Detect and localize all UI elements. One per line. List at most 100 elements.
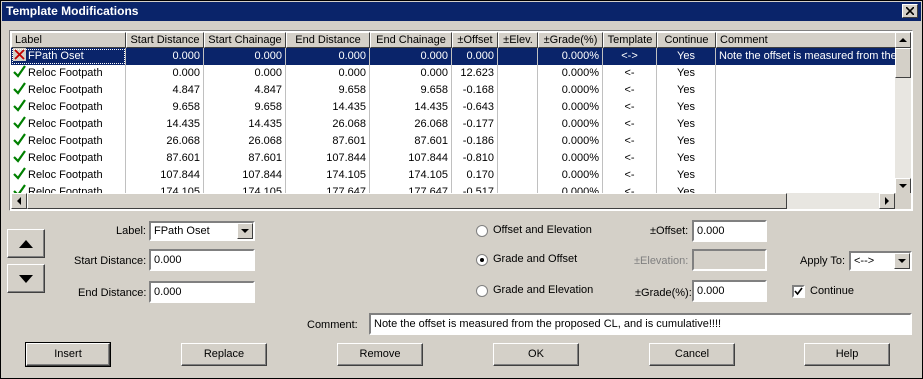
cell-offset[interactable]: -0.177 xyxy=(452,116,498,133)
cell-start-chainage[interactable]: 0.000 xyxy=(204,48,286,65)
start-distance-field[interactable]: 0.000 xyxy=(149,249,255,271)
cell-continue[interactable]: Yes xyxy=(657,116,716,133)
cell-end-chainage[interactable]: 9.658 xyxy=(370,82,452,99)
column-header[interactable]: Start Distance xyxy=(126,32,204,48)
row-label-cell[interactable]: Reloc Footpath xyxy=(11,116,126,133)
apply-to-dropdown[interactable]: <--> xyxy=(849,251,912,271)
column-header[interactable]: Start Chainage xyxy=(204,32,286,48)
cell-comment[interactable] xyxy=(716,150,896,167)
cell-template[interactable]: <- xyxy=(603,150,657,167)
cell-continue[interactable]: Yes xyxy=(657,167,716,184)
column-header[interactable]: End Distance xyxy=(286,32,370,48)
row-label-cell[interactable]: Reloc Footpath xyxy=(11,99,126,116)
cell-comment[interactable] xyxy=(716,133,896,150)
row-label-cell[interactable]: Reloc Footpath xyxy=(11,167,126,184)
column-header[interactable]: ±Grade(%) xyxy=(538,32,603,48)
radio-grade-elevation[interactable] xyxy=(476,285,488,297)
cancel-button[interactable]: Cancel xyxy=(649,343,735,366)
cell-end-distance[interactable]: 14.435 xyxy=(286,99,370,116)
row-label-cell[interactable]: Reloc Footpath xyxy=(11,82,126,99)
continue-checkbox[interactable] xyxy=(792,285,805,298)
cell-start-distance[interactable]: 107.844 xyxy=(126,167,204,184)
cell-end-chainage[interactable]: 107.844 xyxy=(370,150,452,167)
cell-grade[interactable]: 0.000% xyxy=(538,133,603,150)
column-header[interactable]: Label xyxy=(11,32,126,48)
column-header[interactable]: ±Elev. xyxy=(498,32,538,48)
remove-button[interactable]: Remove xyxy=(337,343,423,366)
cell-start-distance[interactable]: 26.068 xyxy=(126,133,204,150)
scroll-up-button[interactable] xyxy=(895,32,911,48)
move-up-button[interactable] xyxy=(7,229,45,258)
cell-grade[interactable]: 0.000% xyxy=(538,65,603,82)
end-distance-field[interactable]: 0.000 xyxy=(149,281,255,303)
cell-elev[interactable] xyxy=(498,82,538,99)
cell-elev[interactable] xyxy=(498,116,538,133)
radio-offset-elevation-label[interactable]: Offset and Elevation xyxy=(493,224,592,236)
cell-end-chainage[interactable]: 26.068 xyxy=(370,116,452,133)
cell-comment[interactable] xyxy=(716,167,896,184)
cell-grade[interactable]: 0.000% xyxy=(538,48,603,65)
cell-template[interactable]: <-> xyxy=(603,48,657,65)
cell-end-chainage[interactable]: 0.000 xyxy=(370,65,452,82)
cell-end-distance[interactable]: 107.844 xyxy=(286,150,370,167)
column-header[interactable]: End Chainage xyxy=(370,32,452,48)
cell-offset[interactable]: 0.170 xyxy=(452,167,498,184)
cell-grade[interactable]: 0.000% xyxy=(538,99,603,116)
insert-button[interactable]: Insert xyxy=(25,342,111,367)
column-header[interactable]: Comment xyxy=(716,32,896,48)
cell-start-chainage[interactable]: 107.844 xyxy=(204,167,286,184)
continue-label[interactable]: Continue xyxy=(810,285,854,297)
cell-offset[interactable]: -0.168 xyxy=(452,82,498,99)
cell-start-chainage[interactable]: 0.000 xyxy=(204,65,286,82)
cell-template[interactable]: <- xyxy=(603,82,657,99)
cell-template[interactable]: <- xyxy=(603,167,657,184)
cell-continue[interactable]: Yes xyxy=(657,133,716,150)
cell-end-chainage[interactable]: 174.105 xyxy=(370,167,452,184)
ok-button[interactable]: OK xyxy=(493,343,579,366)
label-dropdown-button[interactable] xyxy=(237,223,253,239)
row-label-cell[interactable]: Reloc Footpath xyxy=(11,133,126,150)
cell-end-distance[interactable]: 87.601 xyxy=(286,133,370,150)
cell-start-distance[interactable]: 14.435 xyxy=(126,116,204,133)
label-dropdown[interactable]: FPath Oset xyxy=(149,221,255,241)
radio-grade-offset[interactable] xyxy=(476,254,488,266)
template-grid[interactable]: Label Start Distance Start Chainage End Dis… xyxy=(9,30,913,211)
column-header[interactable]: ±Offset xyxy=(452,32,498,48)
cell-start-distance[interactable]: 9.658 xyxy=(126,99,204,116)
row-label-cell[interactable]: FPath Oset xyxy=(11,48,126,65)
cell-template[interactable]: <- xyxy=(603,65,657,82)
cell-start-chainage[interactable]: 87.601 xyxy=(204,150,286,167)
cell-offset[interactable]: 12.623 xyxy=(452,65,498,82)
row-label-cell[interactable]: Reloc Footpath xyxy=(11,65,126,82)
move-down-button[interactable] xyxy=(7,264,45,293)
cell-start-distance[interactable]: 0.000 xyxy=(126,48,204,65)
offset-field[interactable]: 0.000 xyxy=(692,220,767,242)
vertical-scrollbar[interactable] xyxy=(895,32,911,194)
cell-start-distance[interactable]: 87.601 xyxy=(126,150,204,167)
cell-elev[interactable] xyxy=(498,99,538,116)
cell-elev[interactable] xyxy=(498,48,538,65)
cell-end-chainage[interactable]: 87.601 xyxy=(370,133,452,150)
cell-start-chainage[interactable]: 9.658 xyxy=(204,99,286,116)
column-header[interactable]: Template xyxy=(603,32,657,48)
cell-comment[interactable] xyxy=(716,99,896,116)
horizontal-scrollbar[interactable] xyxy=(11,193,895,209)
cell-grade[interactable]: 0.000% xyxy=(538,82,603,99)
cell-start-chainage[interactable]: 26.068 xyxy=(204,133,286,150)
radio-grade-offset-label[interactable]: Grade and Offset xyxy=(493,253,577,265)
cell-continue[interactable]: Yes xyxy=(657,82,716,99)
cell-end-chainage[interactable]: 0.000 xyxy=(370,48,452,65)
cell-template[interactable]: <- xyxy=(603,99,657,116)
cell-start-distance[interactable]: 4.847 xyxy=(126,82,204,99)
close-button[interactable] xyxy=(902,4,918,18)
column-header[interactable]: Continue xyxy=(657,32,716,48)
cell-grade[interactable]: 0.000% xyxy=(538,116,603,133)
cell-comment[interactable]: Note the offset is measured from the p xyxy=(716,48,896,65)
cell-template[interactable]: <- xyxy=(603,116,657,133)
cell-start-distance[interactable]: 0.000 xyxy=(126,65,204,82)
comment-field[interactable]: Note the offset is measured from the pro… xyxy=(369,313,912,335)
grade-field[interactable]: 0.000 xyxy=(692,280,767,302)
radio-offset-elevation[interactable] xyxy=(476,225,488,237)
cell-end-distance[interactable]: 9.658 xyxy=(286,82,370,99)
cell-offset[interactable]: 0.000 xyxy=(452,48,498,65)
